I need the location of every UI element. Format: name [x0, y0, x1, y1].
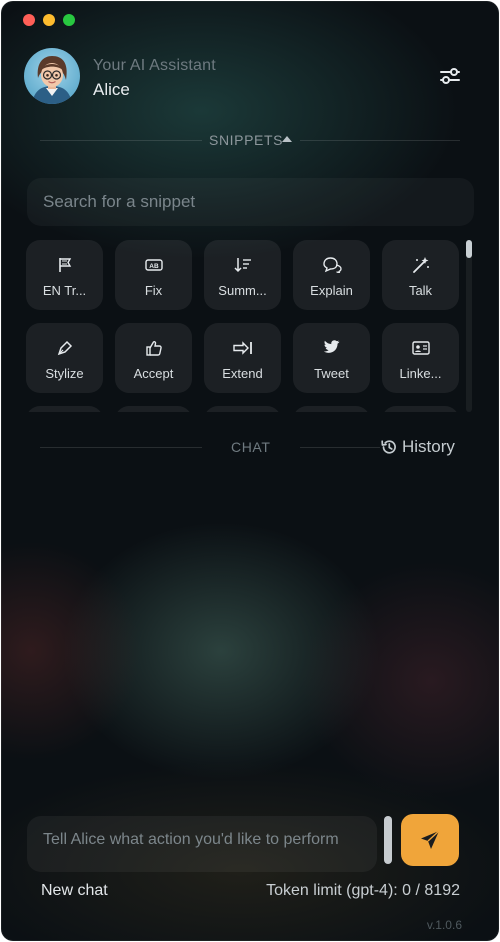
ab-icon: AB [144, 259, 163, 271]
token-limit: Token limit (gpt-4): 0 / 8192 [266, 882, 460, 899]
sort-icon [233, 258, 251, 273]
snippet-label: Explain [310, 283, 353, 298]
history-icon [381, 440, 396, 454]
snippet-tile[interactable]: Extend [204, 323, 281, 393]
snippet-label: Fix [144, 283, 163, 298]
snippet-search-input[interactable] [27, 178, 474, 226]
settings-button[interactable] [438, 66, 462, 86]
snippet-tile[interactable] [382, 406, 459, 412]
chat-section-label: CHAT [231, 439, 271, 455]
snippet-tile[interactable]: Explain [293, 240, 370, 310]
pen-icon [57, 340, 72, 356]
flag-icon [58, 258, 71, 272]
snippet-tile[interactable]: EN Tr... [26, 240, 103, 310]
snippet-label: Summ... [218, 283, 267, 298]
message-input-box [27, 816, 377, 872]
new-chat-button[interactable]: New chat [41, 882, 108, 900]
snippet-label: Linke... [399, 366, 442, 381]
chat-bubbles-icon [322, 257, 342, 273]
message-input[interactable] [27, 816, 377, 872]
thumbs-up-icon [145, 340, 162, 356]
avatar [24, 48, 80, 104]
caret-up-icon[interactable] [282, 136, 292, 142]
snippet-tile[interactable]: Tweet [293, 323, 370, 393]
snippet-tile[interactable] [204, 406, 281, 412]
snippet-tile[interactable]: Linke... [382, 323, 459, 393]
send-icon [421, 830, 440, 849]
snippet-label: Talk [408, 283, 433, 298]
close-window-button[interactable] [23, 14, 35, 26]
snippet-tile[interactable]: Stylize [26, 323, 103, 393]
avatar-illustration [32, 56, 72, 104]
snippet-label: Stylize [45, 366, 84, 381]
twitter-icon [323, 340, 339, 353]
zoom-window-button[interactable] [63, 14, 75, 26]
minimize-window-button[interactable] [43, 14, 55, 26]
snippet-tile[interactable] [115, 406, 192, 412]
arrow-bar-right-icon [232, 341, 252, 355]
send-button[interactable] [401, 814, 459, 866]
snippet-label: Tweet [314, 366, 349, 381]
assistant-subtitle: Your AI Assistant [93, 57, 216, 74]
svg-text:AB: AB [149, 263, 159, 270]
snippet-tile[interactable] [26, 406, 103, 412]
magic-wand-icon [412, 257, 429, 273]
history-label: History [402, 437, 455, 456]
snippet-tile[interactable]: Summ... [204, 240, 281, 310]
assistant-name: Alice [93, 80, 130, 99]
input-scrollbar[interactable] [384, 816, 392, 864]
sliders-icon [440, 68, 460, 84]
snippet-label: Extend [222, 366, 263, 381]
snippet-scrollbar-thumb[interactable] [466, 240, 472, 258]
id-card-icon [411, 341, 430, 355]
snippet-tile[interactable]: AB Fix [115, 240, 192, 310]
snippet-tile[interactable]: Talk [382, 240, 459, 310]
snippets-toggle[interactable]: SNIPPETS [209, 132, 283, 148]
snippet-tile[interactable] [293, 406, 370, 412]
snippet-scrollbar-track[interactable] [466, 240, 472, 412]
snippet-label: EN Tr... [42, 283, 87, 298]
history-button[interactable]: History [380, 436, 455, 458]
snippet-grid: EN Tr... AB Fix Summ... Explain Talk Sty… [26, 240, 462, 412]
version-label: v.1.0.6 [426, 918, 462, 932]
snippet-tile[interactable]: Accept [115, 323, 192, 393]
snippet-label: Accept [133, 366, 174, 381]
